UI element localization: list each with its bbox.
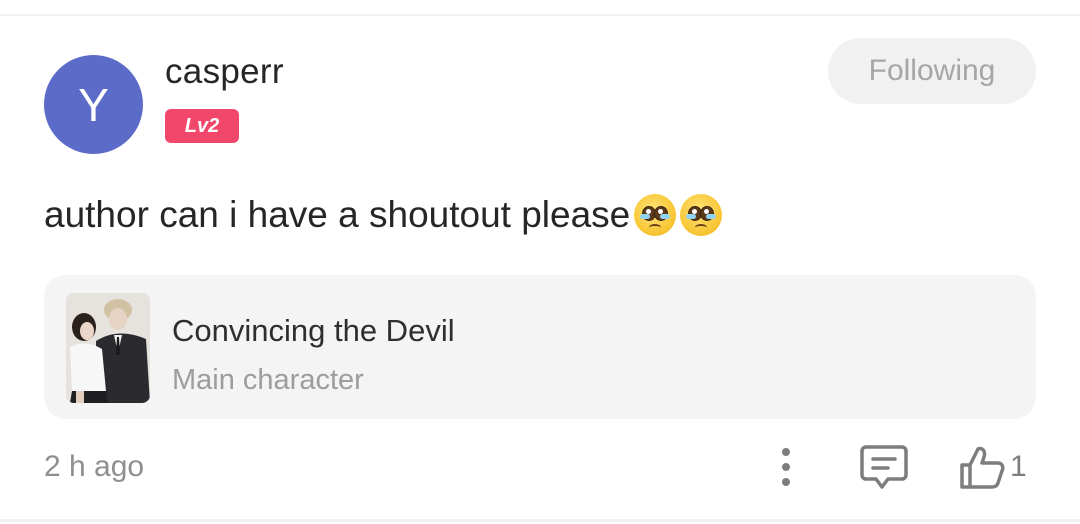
book-subtitle: Main character <box>172 364 364 396</box>
pleading-face-emoji <box>680 194 723 236</box>
comment-body: author can i have a shoutout please <box>44 194 631 235</box>
like-count: 1 <box>1010 450 1027 483</box>
following-button[interactable]: Following <box>828 38 1036 104</box>
timestamp: 2 h ago <box>44 450 145 483</box>
book-cover-image <box>66 293 150 403</box>
avatar-letter: Y <box>78 78 109 131</box>
bottom-divider <box>0 519 1080 522</box>
more-vertical-icon <box>782 448 790 486</box>
pleading-face-emoji <box>634 194 677 236</box>
comment-text: author can i have a shoutout please <box>44 194 723 236</box>
more-options-button[interactable] <box>770 445 802 489</box>
username[interactable]: casperr <box>165 52 284 92</box>
level-badge: Lv2 <box>165 109 239 143</box>
comment-icon <box>860 445 908 489</box>
reply-button[interactable] <box>858 443 910 491</box>
book-card[interactable]: Convincing the Devil Main character <box>44 275 1036 419</box>
top-divider <box>0 14 1080 16</box>
following-label: Following <box>868 54 996 87</box>
like-button[interactable]: 1 <box>958 443 1038 491</box>
thumbs-up-icon <box>960 446 1005 489</box>
book-title: Convincing the Devil <box>172 313 455 348</box>
avatar[interactable]: Y <box>44 55 143 154</box>
level-label: Lv2 <box>184 114 220 137</box>
